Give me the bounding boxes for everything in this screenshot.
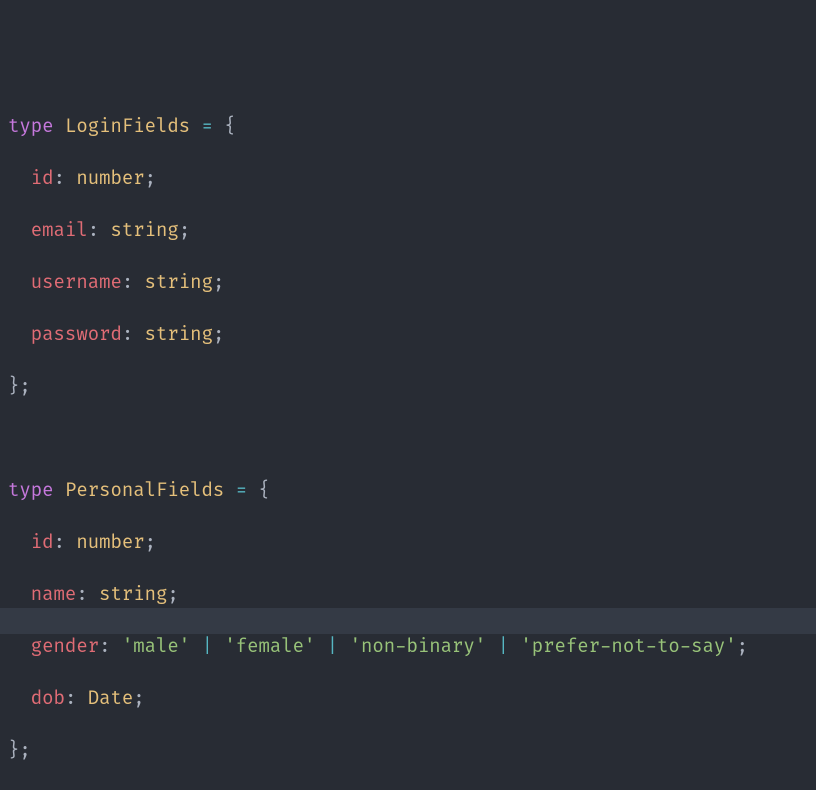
- builtin-type: string: [145, 271, 213, 294]
- property: username: [31, 271, 122, 294]
- code-line: id: number;: [8, 530, 808, 556]
- property: id: [31, 167, 54, 190]
- code-line: };: [8, 374, 808, 400]
- builtin-type: string: [99, 583, 167, 606]
- builtin-type: Date: [88, 687, 134, 710]
- property: name: [31, 583, 77, 606]
- keyword-type: type: [8, 479, 54, 502]
- code-line: name: string;: [8, 582, 808, 608]
- code-line: password: string;: [8, 322, 808, 348]
- property: id: [31, 531, 54, 554]
- code-line: gender: 'male' | 'female' | 'non-binary'…: [8, 634, 808, 660]
- code-line: dob: Date;: [8, 686, 808, 712]
- builtin-type: number: [76, 531, 144, 554]
- code-line: email: string;: [8, 218, 808, 244]
- string-literal: 'female': [224, 635, 315, 658]
- code-line: type PersonalFields = {: [8, 478, 808, 504]
- property: dob: [31, 687, 65, 710]
- code-line: [8, 426, 808, 452]
- code-line: id: number;: [8, 166, 808, 192]
- code-line: type LoginFields = {: [8, 114, 808, 140]
- code-editor[interactable]: type LoginFields = { id: number; email: …: [0, 0, 816, 790]
- string-literal: 'prefer-not-to-say': [520, 635, 736, 658]
- string-literal: 'male': [122, 635, 190, 658]
- code-line: username: string;: [8, 270, 808, 296]
- property: password: [31, 323, 122, 346]
- property: gender: [31, 635, 99, 658]
- keyword-type: type: [8, 115, 54, 138]
- string-literal: 'non-binary': [350, 635, 487, 658]
- builtin-type: string: [111, 219, 179, 242]
- code-line: };: [8, 738, 808, 764]
- type-name: PersonalFields: [65, 479, 224, 502]
- builtin-type: number: [76, 167, 144, 190]
- type-name: LoginFields: [65, 115, 190, 138]
- code-content: type LoginFields = { id: number; email: …: [8, 88, 808, 790]
- builtin-type: string: [145, 323, 213, 346]
- property: email: [31, 219, 88, 242]
